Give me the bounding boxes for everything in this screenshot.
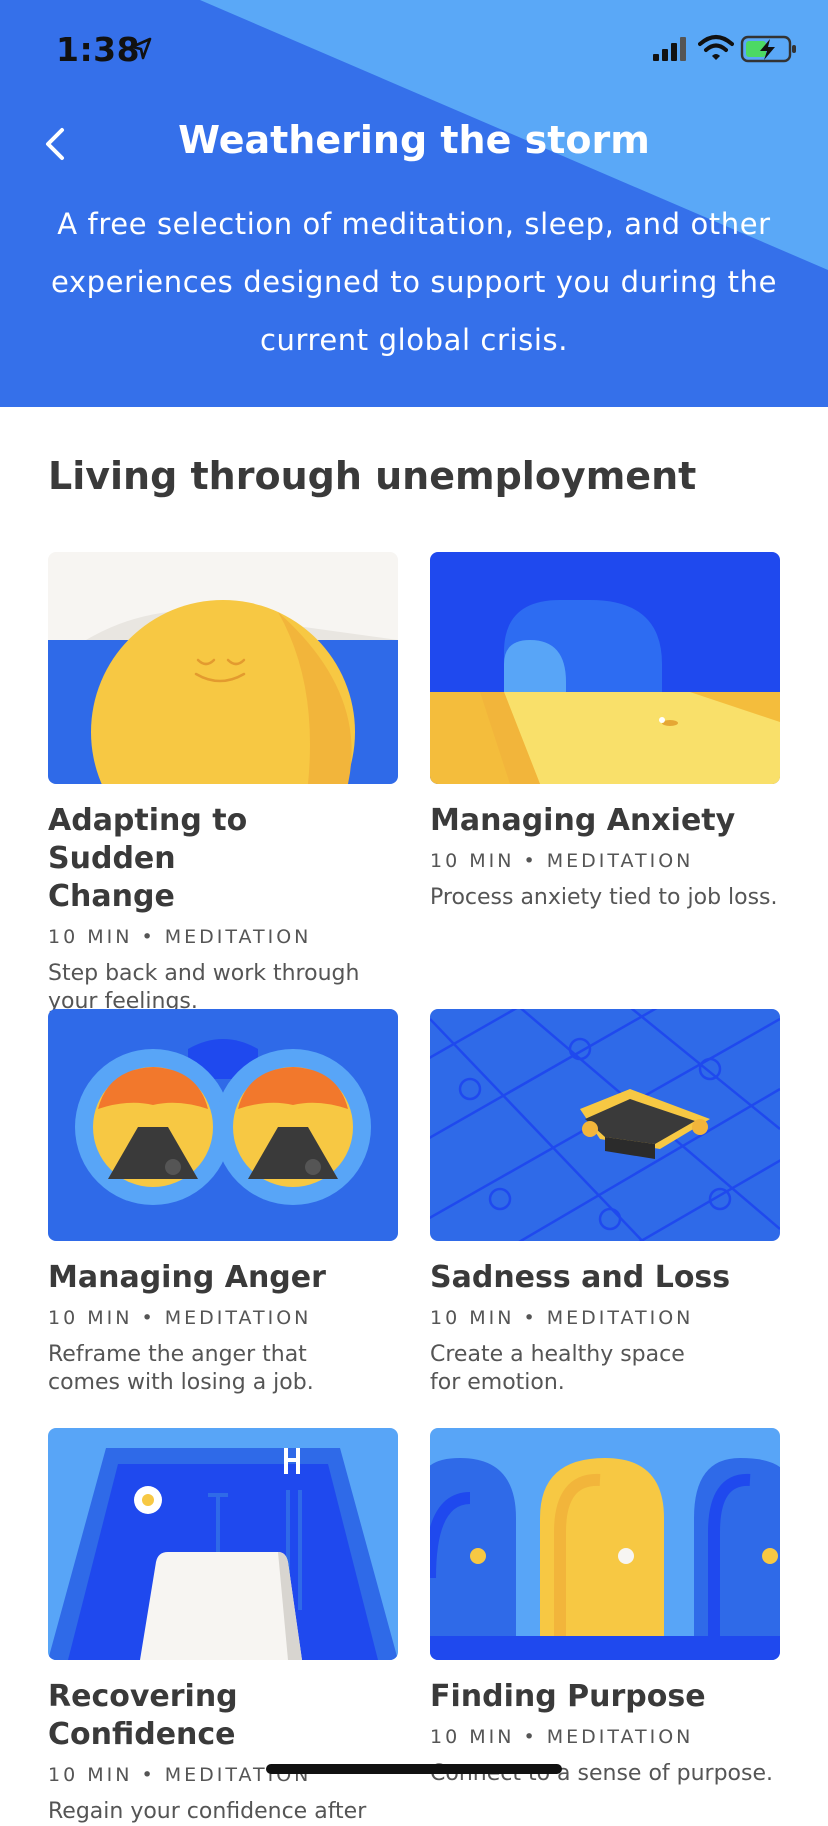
card-description: Regain your confidence after	[48, 1799, 367, 1824]
card-meta: 10 MIN • MEDITATION	[48, 926, 312, 948]
card-title: Managing Anxiety	[430, 803, 736, 838]
card-title: Recovering Confidence	[48, 1679, 238, 1752]
cellular-signal-icon	[653, 37, 686, 61]
page-title: Weathering the storm	[178, 118, 650, 162]
card-thumbnail	[430, 1428, 780, 1660]
back-chevron-icon[interactable]	[34, 120, 78, 168]
card-meta: 10 MIN • MEDITATION	[48, 1307, 312, 1329]
binoculars-volcano-illustration	[48, 1009, 398, 1241]
wifi-icon	[698, 35, 734, 60]
card-thumbnail	[48, 552, 398, 784]
card-meta: 10 MIN • MEDITATION	[430, 850, 694, 872]
card-finding-purpose[interactable]: Finding Purpose 10 MIN • MEDITATION Conn…	[430, 1428, 780, 1788]
doors-illustration	[430, 1428, 780, 1660]
card-thumbnail	[430, 552, 780, 784]
card-description: Create a healthy space for emotion.	[430, 1342, 685, 1395]
section-title: Living through unemployment	[48, 454, 697, 498]
card-title: Adapting to Sudden Change	[48, 803, 248, 914]
card-title: Finding Purpose	[430, 1679, 706, 1714]
location-arrow-icon	[130, 37, 152, 60]
pool-illustration	[48, 1428, 398, 1660]
home-indicator[interactable]	[266, 1764, 562, 1774]
card-description: Step back and work through your feelings…	[48, 961, 360, 1014]
card-thumbnail	[430, 1009, 780, 1241]
page-subtitle: A free selection of meditation, sleep, a…	[50, 207, 778, 357]
card-managing-anxiety[interactable]: Managing Anxiety 10 MIN • MEDITATION Pro…	[430, 552, 780, 912]
sun-horizon-illustration	[48, 552, 398, 784]
card-title: Sadness and Loss	[430, 1260, 731, 1295]
desert-arch-illustration	[430, 552, 780, 784]
card-adapting-to-sudden-change[interactable]: Adapting to Sudden Change 10 MIN • MEDIT…	[48, 552, 398, 1016]
status-bar: 1:38	[0, 0, 828, 100]
puzzle-illustration	[430, 1009, 780, 1241]
card-title: Managing Anger	[48, 1260, 326, 1295]
battery-charging-icon	[740, 35, 796, 63]
card-sadness-and-loss[interactable]: Sadness and Loss 10 MIN • MEDITATION Cre…	[430, 1009, 780, 1397]
card-meta: 10 MIN • MEDITATION	[430, 1307, 694, 1329]
card-meta: 10 MIN • MEDITATION	[430, 1726, 694, 1748]
card-description: Reframe the anger that comes with losing…	[48, 1342, 314, 1395]
header-banner: 1:38 Weathering the storm A free selecti…	[0, 0, 828, 407]
card-description: Process anxiety tied to job loss.	[430, 885, 778, 910]
card-managing-anger[interactable]: Managing Anger 10 MIN • MEDITATION Refra…	[48, 1009, 398, 1397]
card-thumbnail	[48, 1009, 398, 1241]
card-thumbnail	[48, 1428, 398, 1660]
